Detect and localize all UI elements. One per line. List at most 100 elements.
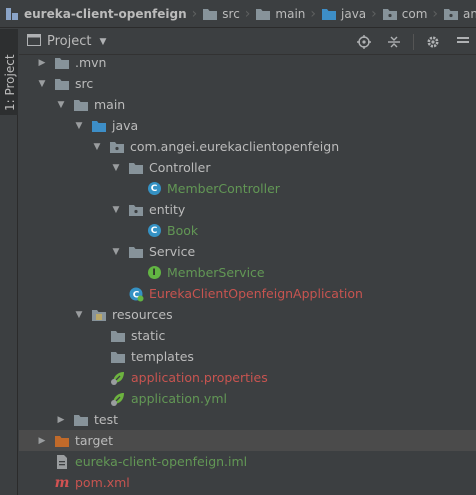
tree-node-label: pom.xml: [75, 475, 130, 490]
tree-node-label: target: [75, 433, 114, 448]
tree-node-member-service[interactable]: I MemberService: [19, 262, 476, 283]
folder-icon: [202, 6, 218, 22]
tree-node-package[interactable]: ▼ com.angei.eurekaclientopenfeign: [19, 136, 476, 157]
java-class-icon: C: [146, 223, 162, 239]
tree-node-label: application.properties: [131, 370, 268, 385]
collapse-arrow-icon[interactable]: ▼: [36, 78, 48, 90]
breadcrumb-label: main: [275, 6, 306, 21]
collapse-arrow-icon[interactable]: ▼: [91, 141, 103, 153]
tree-node-templates[interactable]: templates: [19, 346, 476, 367]
collapse-arrow-icon[interactable]: ▼: [110, 246, 122, 258]
tree-node-application-properties[interactable]: application.properties: [19, 367, 476, 388]
project-module-icon: [4, 6, 20, 22]
breadcrumb-label: angei: [463, 6, 476, 21]
excluded-folder-icon: [54, 433, 70, 449]
package-icon: [128, 202, 144, 218]
tree-node-label: EurekaClientOpenfeignApplication: [149, 286, 363, 301]
breadcrumb-item-main[interactable]: main: [255, 0, 306, 27]
spring-config-icon: [110, 391, 126, 407]
tree-node-mvn[interactable]: ▶ .mvn: [19, 52, 476, 73]
folder-icon: [255, 6, 271, 22]
module-file-icon: [54, 454, 70, 470]
package-icon: [109, 139, 125, 155]
maven-icon: m: [54, 474, 70, 491]
tree-node-label: main: [94, 97, 126, 112]
project-tree: ▶ .mvn ▼ src ▼ main ▼ java ▼ com.angei.e…: [19, 52, 476, 493]
tree-node-iml[interactable]: eureka-client-openfeign.iml: [19, 451, 476, 472]
project-tool-tab-label: 1: Project: [3, 54, 17, 111]
folder-icon: [73, 412, 89, 428]
collapse-arrow-icon[interactable]: ▼: [55, 99, 67, 111]
tree-node-label: entity: [149, 202, 186, 217]
folder-icon: [128, 244, 144, 260]
folder-icon: [54, 76, 70, 92]
breadcrumb-item-java[interactable]: java: [321, 0, 367, 27]
tree-node-main[interactable]: ▼ main: [19, 94, 476, 115]
folder-icon: [73, 97, 89, 113]
panel-title: Project: [47, 34, 92, 49]
spring-config-icon: [110, 370, 126, 386]
tree-node-label: test: [94, 412, 119, 427]
tree-node-controller[interactable]: ▼ Controller: [19, 157, 476, 178]
source-folder-icon: [91, 118, 107, 134]
tree-node-label: Service: [149, 244, 196, 259]
tree-node-label: resources: [112, 307, 173, 322]
tree-node-service[interactable]: ▼ Service: [19, 241, 476, 262]
folder-icon: [110, 349, 126, 365]
java-class-icon: C: [146, 181, 162, 197]
tool-window-stripe: 1: Project: [0, 29, 18, 495]
toolbar-divider: [413, 34, 414, 50]
chevron-down-icon[interactable]: ▼: [99, 37, 106, 47]
tree-node-label: src: [75, 76, 94, 91]
expand-arrow-icon[interactable]: ▶: [36, 435, 48, 447]
collapse-arrow-icon[interactable]: ▼: [73, 309, 85, 321]
collapse-arrow-icon[interactable]: ▼: [73, 120, 85, 132]
breadcrumb-item-com[interactable]: com: [382, 0, 428, 27]
tree-node-label: Controller: [149, 160, 211, 175]
project-tool-tab[interactable]: 1: Project: [0, 29, 18, 115]
tree-node-application[interactable]: C EurekaClientOpenfeignApplication: [19, 283, 476, 304]
tree-node-target[interactable]: ▶ target: [19, 430, 476, 451]
breadcrumb-item-src[interactable]: src: [202, 0, 240, 27]
expand-arrow-icon[interactable]: ▶: [55, 414, 67, 426]
breadcrumb-separator: ›: [432, 5, 439, 22]
package-folder-icon: [382, 6, 398, 22]
tree-node-label: java: [112, 118, 139, 133]
breadcrumb-label: src: [222, 6, 240, 21]
breadcrumb-separator: ›: [191, 5, 198, 22]
breadcrumb-separator: ›: [371, 5, 377, 22]
tree-node-label: MemberController: [167, 181, 280, 196]
hide-panel-icon[interactable]: [452, 31, 474, 53]
package-folder-icon: [443, 6, 459, 22]
tree-node-label: static: [131, 328, 166, 343]
tree-node-static[interactable]: static: [19, 325, 476, 346]
tree-node-book[interactable]: C Book: [19, 220, 476, 241]
tree-node-label: com.angei.eurekaclientopenfeign: [130, 139, 340, 154]
tree-node-member-controller[interactable]: C MemberController: [19, 178, 476, 199]
tree-node-java[interactable]: ▼ java: [19, 115, 476, 136]
breadcrumb-item-angei[interactable]: angei: [443, 0, 476, 27]
tree-node-pom[interactable]: m pom.xml: [19, 472, 476, 493]
collapse-arrow-icon[interactable]: ▼: [110, 204, 122, 216]
collapse-all-icon[interactable]: [383, 31, 405, 53]
breadcrumb-separator: ›: [244, 5, 251, 22]
tree-node-label: templates: [131, 349, 194, 364]
expand-arrow-icon[interactable]: ▶: [36, 57, 48, 69]
breadcrumb-label: com: [401, 6, 428, 21]
collapse-arrow-icon[interactable]: ▼: [110, 162, 122, 174]
tree-node-test[interactable]: ▶ test: [19, 409, 476, 430]
breadcrumb-item-project[interactable]: eureka-client-openfeign: [4, 0, 187, 27]
tree-node-src[interactable]: ▼ src: [19, 73, 476, 94]
folder-icon: [54, 55, 70, 71]
breadcrumb: eureka-client-openfeign › src › main › j…: [0, 0, 476, 28]
tree-node-label: MemberService: [167, 265, 265, 280]
resources-folder-icon: [91, 307, 107, 323]
breadcrumb-label: java: [341, 6, 367, 21]
tree-node-resources[interactable]: ▼ resources: [19, 304, 476, 325]
tree-node-entity[interactable]: ▼ entity: [19, 199, 476, 220]
tree-node-application-yml[interactable]: application.yml: [19, 388, 476, 409]
locate-icon[interactable]: [353, 31, 375, 53]
gear-icon[interactable]: [422, 31, 444, 53]
tree-node-label: eureka-client-openfeign.iml: [75, 454, 248, 469]
spring-boot-class-icon: C: [128, 286, 144, 302]
